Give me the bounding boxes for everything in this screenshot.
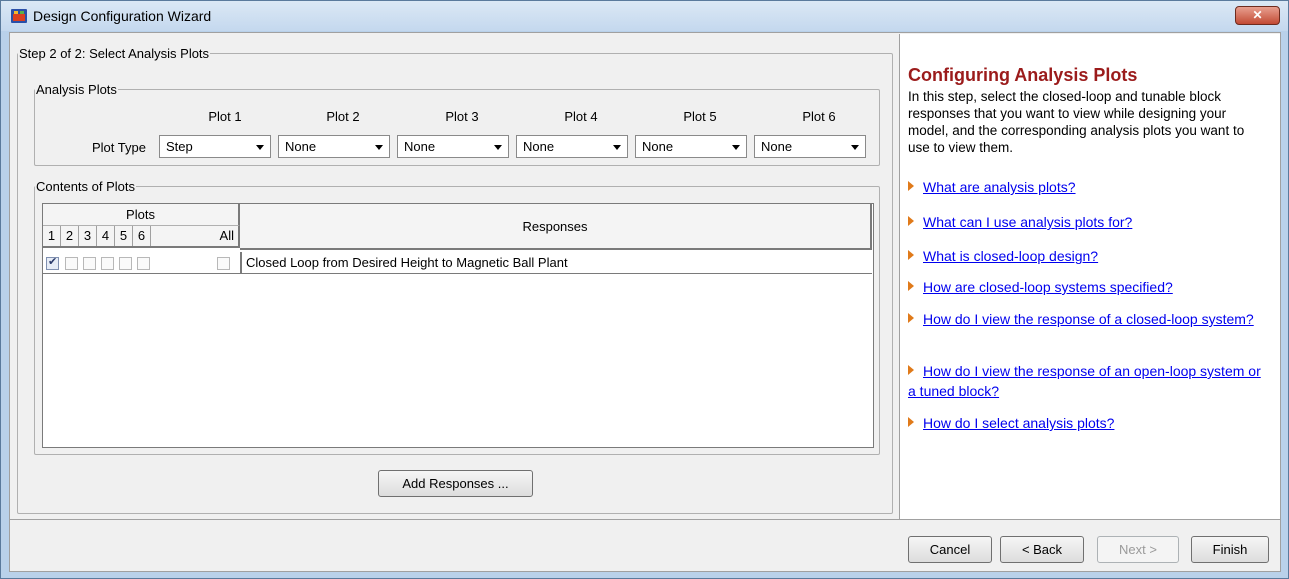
plot-6-header: Plot 6 <box>802 109 836 124</box>
plot-1-type-select[interactable]: Step <box>159 135 271 158</box>
column-divider <box>240 252 242 274</box>
plot-5-type-value: None <box>642 139 674 154</box>
plot-3-header: Plot 3 <box>445 109 479 124</box>
chevron-down-icon <box>375 145 383 150</box>
plot-number-header: 5 <box>115 226 133 246</box>
help-link-closed-loop-design[interactable]: What is closed-loop design? <box>908 246 1268 266</box>
plot-3-type-select[interactable]: None <box>397 135 509 158</box>
help-link-open-loop-response[interactable]: How do I view the response of an open-lo… <box>908 361 1268 401</box>
plot-5-type-select[interactable]: None <box>635 135 747 158</box>
help-link-select-analysis-plots[interactable]: How do I select analysis plots? <box>908 413 1268 433</box>
plot-number-header: 3 <box>79 226 97 246</box>
plot-5-header: Plot 5 <box>683 109 717 124</box>
plot-6-type-select[interactable]: None <box>754 135 866 158</box>
analysis-plots-legend: Analysis Plots <box>36 82 117 97</box>
responses-column-header: Responses <box>240 204 872 250</box>
help-link-text: What are analysis plots? <box>923 179 1076 195</box>
chevron-down-icon <box>613 145 621 150</box>
plot-number-header: 1 <box>43 226 61 246</box>
plot-4-type-select[interactable]: None <box>516 135 628 158</box>
triangle-bullet-icon <box>908 365 914 375</box>
contents-legend: Contents of Plots <box>36 179 135 194</box>
help-link-what-can-i-use[interactable]: What can I use analysis plots for? <box>908 212 1268 232</box>
chevron-down-icon <box>256 145 264 150</box>
triangle-bullet-icon <box>908 417 914 427</box>
plot-number-header-row: 1 2 3 4 5 6 All <box>43 226 240 248</box>
step-legend: Step 2 of 2: Select Analysis Plots <box>19 46 210 61</box>
add-responses-button[interactable]: Add Responses ... <box>378 470 533 497</box>
response-name: Closed Loop from Desired Height to Magne… <box>246 255 568 270</box>
triangle-bullet-icon <box>908 313 914 323</box>
window-title: Design Configuration Wizard <box>33 8 212 24</box>
plot-2-type-select[interactable]: None <box>278 135 390 158</box>
wizard-client-area: Step 2 of 2: Select Analysis Plots Analy… <box>9 32 1281 572</box>
wizard-window: Design Configuration Wizard ✕ Step 2 of … <box>0 0 1289 579</box>
help-link-text: How do I view the response of a closed-l… <box>923 311 1254 327</box>
plot-2-header: Plot 2 <box>326 109 360 124</box>
plot-number-header: 6 <box>133 226 151 246</box>
plots-column-header: Plots <box>43 204 240 226</box>
plot-1-type-value: Step <box>166 139 193 154</box>
back-button[interactable]: < Back <box>1000 536 1084 563</box>
plot-1-header: Plot 1 <box>208 109 242 124</box>
close-button[interactable]: ✕ <box>1235 6 1280 25</box>
help-link-closed-loop-response[interactable]: How do I view the response of a closed-l… <box>908 309 1268 329</box>
triangle-bullet-icon <box>908 181 914 191</box>
triangle-bullet-icon <box>908 250 914 260</box>
help-link-closed-loop-specified[interactable]: How are closed-loop systems specified? <box>908 277 1268 297</box>
help-link-text: How do I view the response of an open-lo… <box>908 363 1261 399</box>
help-link-text: What is closed-loop design? <box>923 248 1099 264</box>
finish-button[interactable]: Finish <box>1191 536 1269 563</box>
footer-divider <box>10 519 1280 520</box>
help-link-text: What can I use analysis plots for? <box>923 214 1133 230</box>
help-link-text: How are closed-loop systems specified? <box>923 279 1173 295</box>
plot-6-type-value: None <box>761 139 793 154</box>
plot-5-checkbox[interactable] <box>119 257 132 270</box>
plot-1-checkbox[interactable] <box>46 255 59 270</box>
help-link-what-are-analysis-plots[interactable]: What are analysis plots? <box>908 177 1268 197</box>
cancel-button[interactable]: Cancel <box>908 536 992 563</box>
plot-3-checkbox[interactable] <box>83 257 96 270</box>
chevron-down-icon <box>494 145 502 150</box>
simulink-wizard-icon <box>11 9 27 23</box>
plot-4-type-value: None <box>523 139 555 154</box>
help-title: Configuring Analysis Plots <box>908 65 1138 85</box>
plot-number-header: 2 <box>61 226 79 246</box>
plot-3-type-value: None <box>404 139 436 154</box>
chevron-down-icon <box>851 145 859 150</box>
plot-4-checkbox[interactable] <box>101 257 114 270</box>
chevron-down-icon <box>732 145 740 150</box>
plot-2-type-value: None <box>285 139 317 154</box>
help-panel: Configuring Analysis Plots In this step,… <box>899 34 1280 519</box>
help-description: In this step, select the closed-loop and… <box>908 89 1245 155</box>
plot-number-header-all: All <box>219 228 234 243</box>
plot-4-header: Plot 4 <box>564 109 598 124</box>
help-link-text: How do I select analysis plots? <box>923 415 1115 431</box>
title-bar: Design Configuration Wizard ✕ <box>1 1 1288 31</box>
responses-table[interactable]: Plots 1 2 3 4 5 6 All Responses ✔ Closed… <box>42 203 874 448</box>
triangle-bullet-icon <box>908 281 914 291</box>
config-panel: Step 2 of 2: Select Analysis Plots Analy… <box>11 34 899 519</box>
plot-number-header: 4 <box>97 226 115 246</box>
table-row[interactable]: Closed Loop from Desired Height to Magne… <box>43 252 872 274</box>
plot-type-label: Plot Type <box>92 140 146 155</box>
all-plots-checkbox[interactable] <box>217 257 230 270</box>
triangle-bullet-icon <box>908 216 914 226</box>
plot-2-checkbox[interactable] <box>65 257 78 270</box>
plot-6-checkbox[interactable] <box>137 257 150 270</box>
next-button: Next > <box>1097 536 1179 563</box>
